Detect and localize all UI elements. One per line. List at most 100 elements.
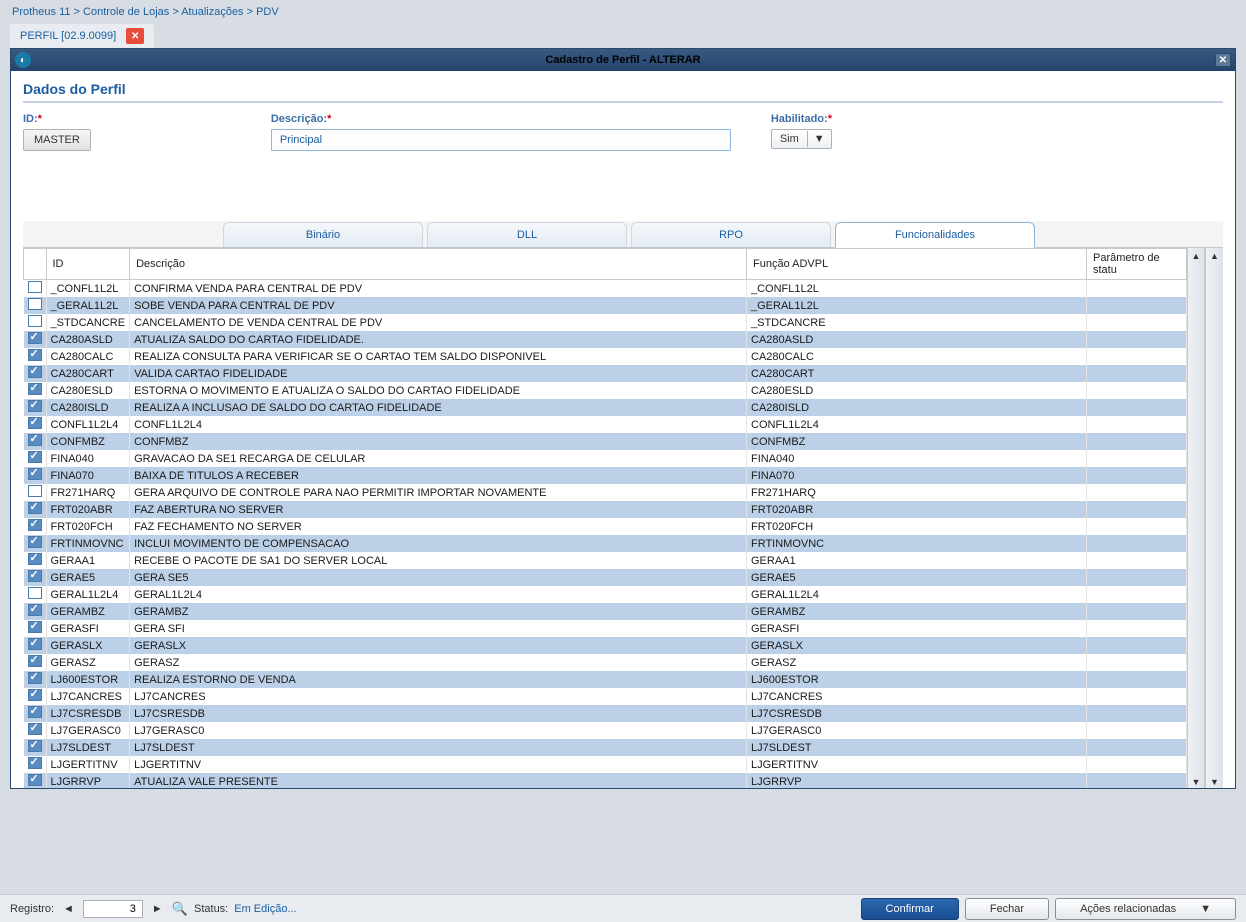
table-row[interactable]: GERAE5GERA SE5GERAE5 — [24, 569, 1187, 586]
app-tab-label: PERFIL [02.9.0099] — [20, 30, 116, 42]
row-checkbox[interactable] — [28, 332, 42, 344]
row-checkbox[interactable] — [28, 366, 42, 378]
row-checkbox[interactable] — [28, 281, 42, 293]
table-row[interactable]: _GERAL1L2LSOBE VENDA PARA CENTRAL DE PDV… — [24, 297, 1187, 314]
table-row[interactable]: CONFL1L2L4CONFL1L2L4CONFL1L2L4 — [24, 416, 1187, 433]
table-row[interactable]: LJ7CANCRESLJ7CANCRESLJ7CANCRES — [24, 688, 1187, 705]
app-tab-perfil[interactable]: PERFIL [02.9.0099] ✕ — [10, 24, 154, 48]
col-descricao[interactable]: Descrição — [130, 249, 747, 280]
confirmar-button[interactable]: Confirmar — [861, 898, 959, 920]
row-checkbox[interactable] — [28, 723, 42, 735]
row-checkbox[interactable] — [28, 417, 42, 429]
tab-dll[interactable]: DLL — [427, 222, 627, 247]
table-row[interactable]: GERASZGERASZGERASZ — [24, 654, 1187, 671]
row-checkbox[interactable] — [28, 315, 42, 327]
table-row[interactable]: FRT020ABRFAZ ABERTURA NO SERVERFRT020ABR — [24, 501, 1187, 518]
row-checkbox[interactable] — [28, 468, 42, 480]
cell-id: FRT020FCH — [46, 518, 130, 535]
row-checkbox[interactable] — [28, 621, 42, 633]
tab-funcionalidades[interactable]: Funcionalidades — [835, 222, 1035, 248]
close-icon[interactable]: ✕ — [126, 28, 144, 44]
data-grid[interactable]: ID Descrição Função ADVPL Parâmetro de s… — [23, 248, 1187, 788]
field-habilitado: Habilitado:* Sim ▼ — [771, 113, 832, 151]
table-row[interactable]: GERAMBZGERAMBZGERAMBZ — [24, 603, 1187, 620]
table-row[interactable]: LJGRRVPATUALIZA VALE PRESENTELJGRRVP — [24, 773, 1187, 788]
scroll-up-icon[interactable]: ▲ — [1188, 248, 1204, 264]
table-row[interactable]: GERASLXGERASLXGERASLX — [24, 637, 1187, 654]
window-close-icon[interactable]: ✕ — [1215, 53, 1231, 67]
table-row[interactable]: _CONFL1L2LCONFIRMA VENDA PARA CENTRAL DE… — [24, 280, 1187, 298]
cell-id: FRTINMOVNC — [46, 535, 130, 552]
row-checkbox[interactable] — [28, 757, 42, 769]
table-row[interactable]: GERAL1L2L4GERAL1L2L4GERAL1L2L4 — [24, 586, 1187, 603]
row-checkbox[interactable] — [28, 689, 42, 701]
row-checkbox[interactable] — [28, 655, 42, 667]
col-id[interactable]: ID — [46, 249, 130, 280]
table-row[interactable]: _STDCANCRECANCELAMENTO DE VENDA CENTRAL … — [24, 314, 1187, 331]
row-checkbox[interactable] — [28, 774, 42, 786]
table-row[interactable]: LJ7SLDESTLJ7SLDESTLJ7SLDEST — [24, 739, 1187, 756]
scroll-down-icon[interactable]: ▼ — [1206, 774, 1223, 788]
row-checkbox[interactable] — [28, 587, 42, 599]
table-row[interactable]: CA280ESLDESTORNA O MOVIMENTO E ATUALIZA … — [24, 382, 1187, 399]
cell-id: FINA070 — [46, 467, 130, 484]
table-row[interactable]: LJ7GERASC0LJ7GERASC0LJ7GERASC0 — [24, 722, 1187, 739]
scroll-up-icon[interactable]: ▲ — [1206, 248, 1223, 264]
row-checkbox[interactable] — [28, 349, 42, 361]
row-checkbox[interactable] — [28, 638, 42, 650]
tab-binario[interactable]: Binário — [223, 222, 423, 247]
row-checkbox[interactable] — [28, 706, 42, 718]
vertical-scrollbar-inner[interactable]: ▲ ▼ — [1187, 248, 1205, 788]
row-checkbox[interactable] — [28, 604, 42, 616]
cell-param — [1087, 756, 1187, 773]
table-row[interactable]: CA280ASLDATUALIZA SALDO DO CARTAO FIDELI… — [24, 331, 1187, 348]
habilitado-select[interactable]: Sim ▼ — [771, 129, 832, 149]
table-row[interactable]: LJGERTITNVLJGERTITNVLJGERTITNV — [24, 756, 1187, 773]
table-row[interactable]: GERASFIGERA SFIGERASFI — [24, 620, 1187, 637]
row-checkbox[interactable] — [28, 485, 42, 497]
row-checkbox[interactable] — [28, 502, 42, 514]
row-checkbox[interactable] — [28, 740, 42, 752]
table-row[interactable]: FRT020FCHFAZ FECHAMENTO NO SERVERFRT020F… — [24, 518, 1187, 535]
table-row[interactable]: LJ600ESTORREALIZA ESTORNO DE VENDALJ600E… — [24, 671, 1187, 688]
table-row[interactable]: GERAA1RECEBE O PACOTE DE SA1 DO SERVER L… — [24, 552, 1187, 569]
table-row[interactable]: CONFMBZCONFMBZCONFMBZ — [24, 433, 1187, 450]
fechar-button[interactable]: Fechar — [965, 898, 1049, 920]
table-row[interactable]: LJ7CSRESDBLJ7CSRESDBLJ7CSRESDB — [24, 705, 1187, 722]
col-funcao[interactable]: Função ADVPL — [747, 249, 1087, 280]
table-row[interactable]: CA280CALCREALIZA CONSULTA PARA VERIFICAR… — [24, 348, 1187, 365]
row-checkbox[interactable] — [28, 434, 42, 446]
row-checkbox[interactable] — [28, 536, 42, 548]
table-row[interactable]: FRTINMOVNCINCLUI MOVIMENTO DE COMPENSACA… — [24, 535, 1187, 552]
row-checkbox[interactable] — [28, 298, 42, 310]
table-row[interactable]: CA280CARTVALIDA CARTAO FIDELIDADECA280CA… — [24, 365, 1187, 382]
prev-record-icon[interactable]: ◄ — [60, 903, 77, 915]
chevron-down-icon[interactable]: ▼ — [807, 131, 831, 147]
row-checkbox[interactable] — [28, 383, 42, 395]
row-checkbox[interactable] — [28, 519, 42, 531]
table-row[interactable]: FINA070BAIXA DE TITULOS A RECEBERFINA070 — [24, 467, 1187, 484]
cell-param — [1087, 348, 1187, 365]
cell-param — [1087, 382, 1187, 399]
scroll-down-icon[interactable]: ▼ — [1188, 774, 1204, 788]
acoes-relacionadas-button[interactable]: Ações relacionadas ▼ — [1055, 898, 1236, 920]
row-checkbox[interactable] — [28, 553, 42, 565]
tab-rpo[interactable]: RPO — [631, 222, 831, 247]
cell-funcao: LJGRRVP — [747, 773, 1087, 788]
table-row[interactable]: CA280ISLDREALIZA A INCLUSAO DE SALDO DO … — [24, 399, 1187, 416]
next-record-icon[interactable]: ► — [149, 903, 166, 915]
row-checkbox[interactable] — [28, 672, 42, 684]
row-checkbox[interactable] — [28, 451, 42, 463]
row-checkbox[interactable] — [28, 570, 42, 582]
id-input[interactable]: MASTER — [23, 129, 91, 151]
cell-id: CA280CALC — [46, 348, 130, 365]
table-row[interactable]: FR271HARQGERA ARQUIVO DE CONTROLE PARA N… — [24, 484, 1187, 501]
table-row[interactable]: FINA040GRAVACAO DA SE1 RECARGA DE CELULA… — [24, 450, 1187, 467]
row-checkbox[interactable] — [28, 400, 42, 412]
vertical-scrollbar-outer[interactable]: ▲ ▼ — [1205, 248, 1223, 788]
col-param[interactable]: Parâmetro de statu — [1087, 249, 1187, 280]
descricao-input[interactable]: Principal — [271, 129, 731, 151]
registro-input[interactable] — [83, 900, 143, 918]
cell-param — [1087, 739, 1187, 756]
search-icon[interactable]: 🔍 — [172, 901, 188, 917]
